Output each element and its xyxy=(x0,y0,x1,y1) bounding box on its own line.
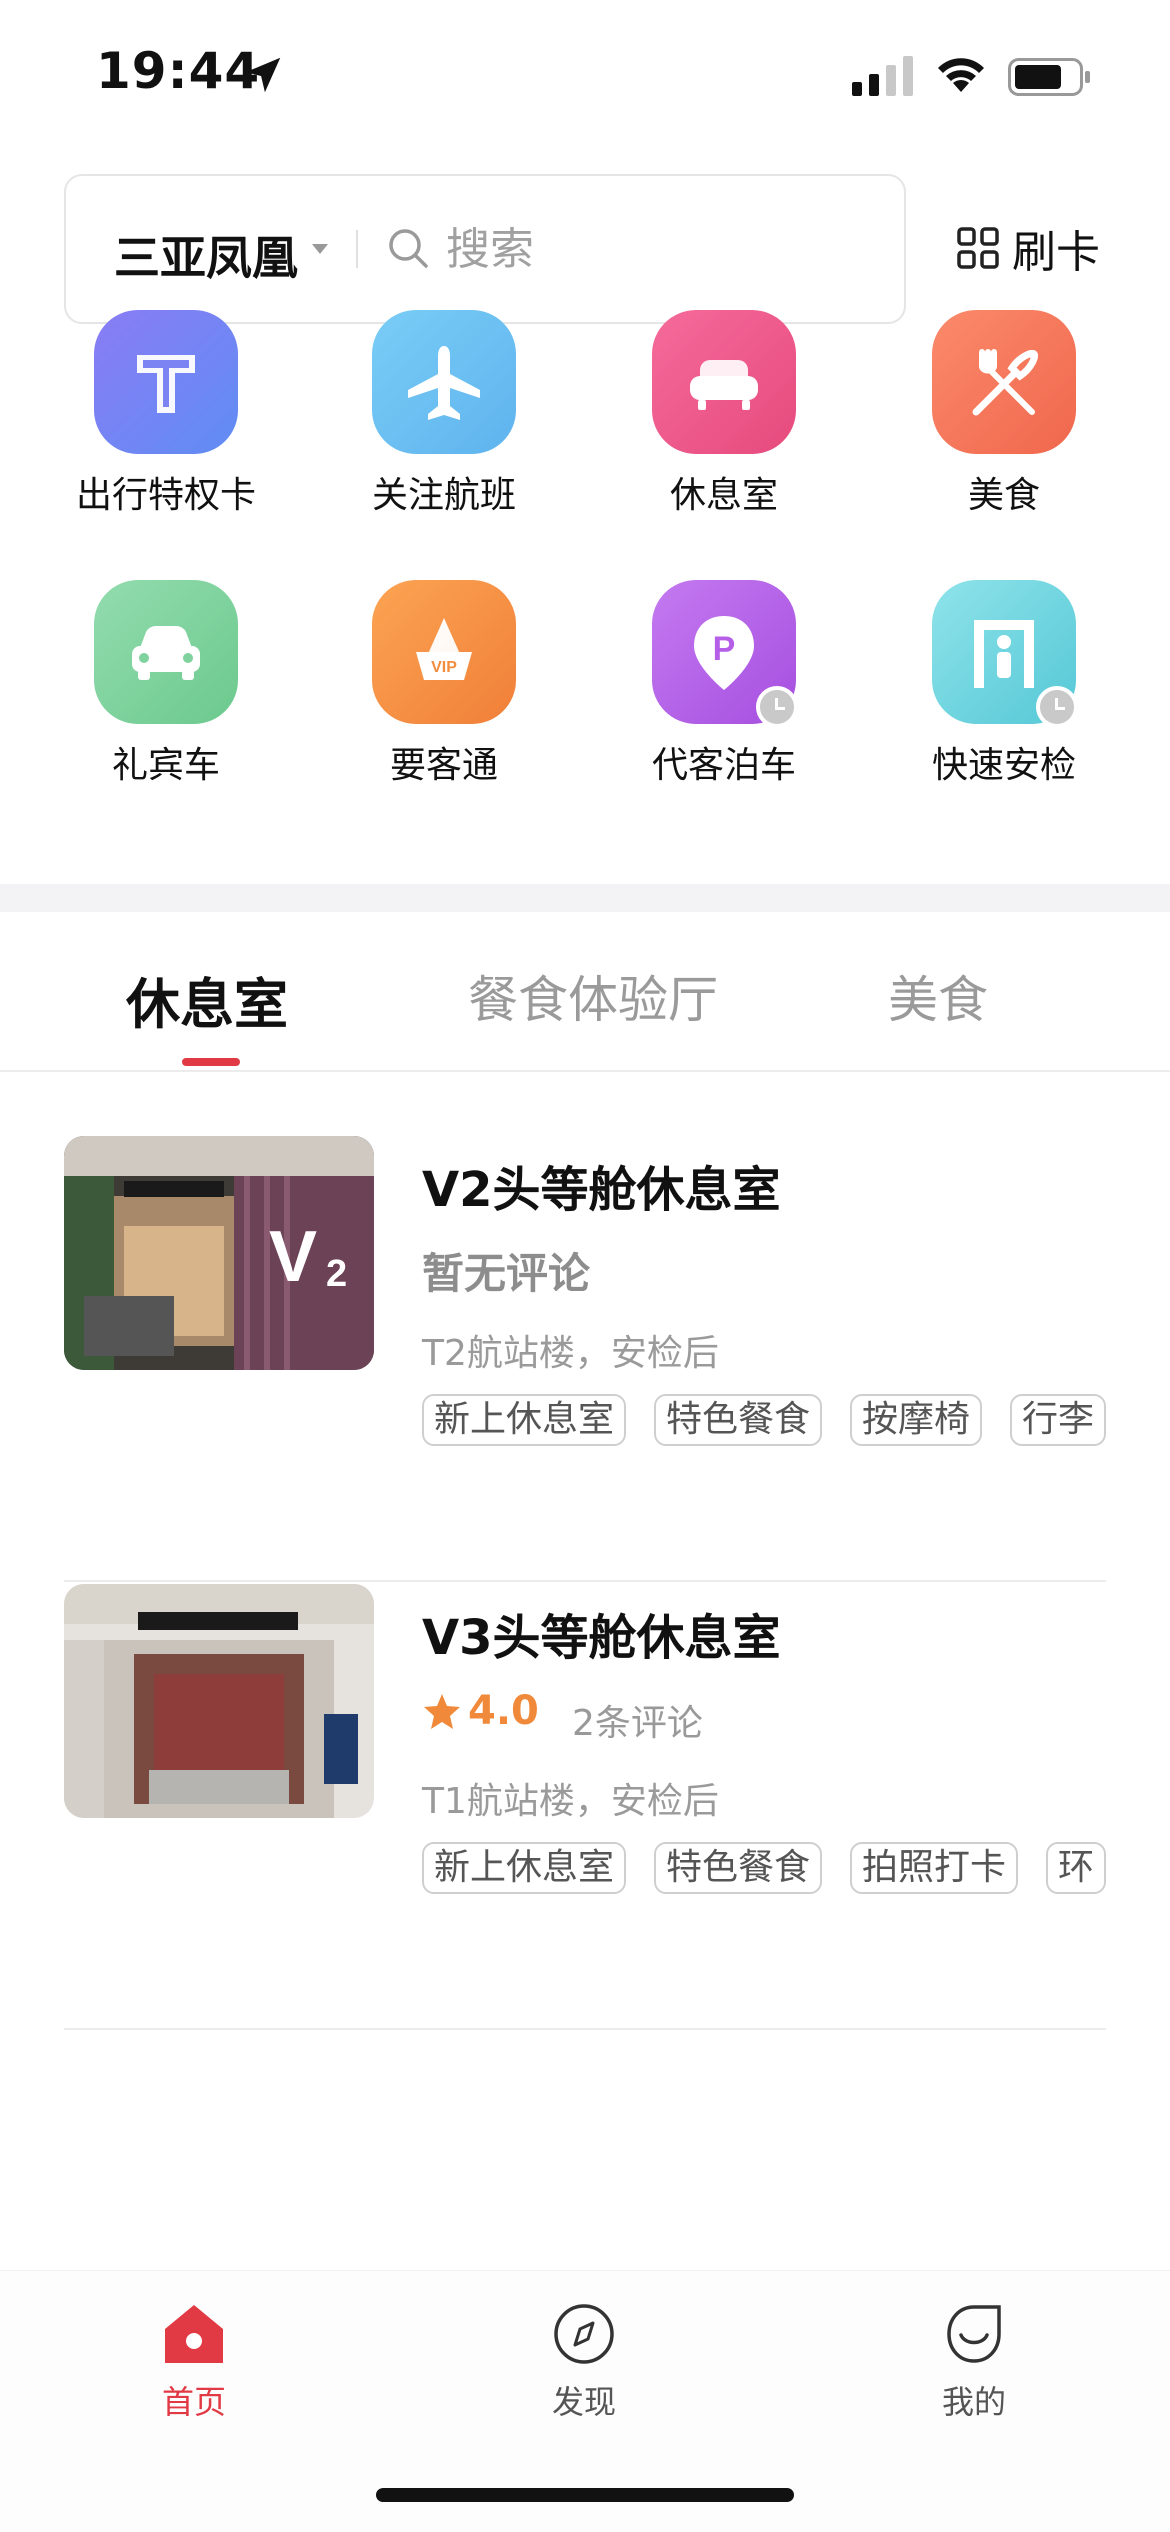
svg-text:P: P xyxy=(713,630,736,668)
search-divider xyxy=(356,230,358,268)
search-input[interactable] xyxy=(446,214,866,284)
tab-dining-hall[interactable]: 餐食体验厅 xyxy=(468,960,718,1032)
lounge-review-status: 暂无评论 xyxy=(422,1249,591,1298)
section-separator xyxy=(0,884,1170,912)
page: 19:44 三亚凤凰 搜索 刷卡 出行特权卡 关注航班 休息室 美食 礼宾车 V… xyxy=(0,0,1170,2532)
compass-icon xyxy=(554,2304,614,2364)
cellular-signal-icon xyxy=(852,56,913,96)
nav-home[interactable]: 首页 xyxy=(94,2301,294,2423)
status-time: 19:44 xyxy=(96,42,261,100)
lounge-tags: 新上休息室 特色餐食 按摩椅 行李 xyxy=(422,1394,1106,1454)
battery-icon xyxy=(1008,58,1090,96)
review-count[interactable]: 2条评论 xyxy=(572,1694,703,1746)
wifi-icon xyxy=(938,58,984,92)
search-icon xyxy=(389,229,428,268)
tab-lounge[interactable]: 休息室 xyxy=(126,960,288,1039)
tab-active-indicator xyxy=(182,1058,240,1066)
caret-down-icon[interactable] xyxy=(312,244,328,254)
sofa-icon xyxy=(652,310,796,454)
grid-label: 关注航班 xyxy=(371,475,516,516)
grid-item-limousine[interactable]: 礼宾车 xyxy=(56,580,276,786)
lounge-card-v2[interactable]: V 2 V2头等舱休息室 暂无评论 T2航站楼，安检后 新上休息室 特色餐食 按摩椅… xyxy=(64,1136,1106,1582)
airplane-icon xyxy=(372,310,516,454)
grid-label: 美食 xyxy=(967,475,1040,516)
vip-crown-icon: VIP xyxy=(372,580,516,724)
tag: 按摩椅 xyxy=(850,1394,983,1446)
home-indicator xyxy=(376,2488,794,2502)
svg-text:VIP: VIP xyxy=(431,659,457,676)
city-selector[interactable]: 三亚凤凰 xyxy=(114,222,298,288)
grid-item-lounge[interactable]: 休息室 xyxy=(614,310,834,516)
tag: 行李 xyxy=(1010,1394,1106,1446)
security-gate-icon xyxy=(932,580,1078,728)
grid-label: 要客通 xyxy=(389,745,498,786)
card-grid-icon xyxy=(957,227,999,269)
lounge-location: T2航站楼，安检后 xyxy=(422,1333,719,1374)
location-arrow-icon xyxy=(245,57,281,93)
tag: 拍照打卡 xyxy=(850,1842,1019,1894)
star-icon xyxy=(424,1694,460,1729)
fork-knife-icon xyxy=(932,310,1076,454)
status-bar: 19:44 xyxy=(0,0,1170,150)
grid-item-follow-flight[interactable]: 关注航班 xyxy=(334,310,554,516)
grid-item-food[interactable]: 美食 xyxy=(894,310,1114,516)
card-swipe-button[interactable]: 刷卡 xyxy=(956,218,1100,278)
grid-label: 礼宾车 xyxy=(111,745,220,786)
car-icon xyxy=(94,580,238,724)
parking-icon: P xyxy=(652,580,798,728)
svg-text:V: V xyxy=(269,1217,317,1297)
grid-label: 快速安检 xyxy=(931,745,1076,786)
lounge-card-v3[interactable]: V3头等舱休息室 4.0 2条评论 T1航站楼，安检后 新上休息室 特色餐食 拍照打… xyxy=(64,1584,1106,2030)
grid-item-fast-security[interactable]: 快速安检 xyxy=(894,580,1114,786)
lounge-rating: 4.0 xyxy=(422,1688,539,1734)
rating-value: 4.0 xyxy=(468,1688,539,1734)
tag: 特色餐食 xyxy=(654,1394,823,1446)
lounge-location: T1航站楼，安检后 xyxy=(422,1781,719,1822)
tab-food[interactable]: 美食 xyxy=(888,960,988,1032)
lounge-name: V3头等舱休息室 xyxy=(422,1610,781,1666)
nav-label: 首页 xyxy=(161,2383,226,2421)
grid-label: 休息室 xyxy=(669,475,778,516)
grid-item-travel-card[interactable]: 出行特权卡 xyxy=(56,310,276,516)
clock-icon xyxy=(1036,686,1078,728)
grid-label: 代客泊车 xyxy=(651,745,796,786)
search-bar: 三亚凤凰 xyxy=(64,174,906,324)
lounge-tags: 新上休息室 特色餐食 拍照打卡环 xyxy=(422,1842,1106,1902)
nav-discover[interactable]: 发现 xyxy=(484,2301,684,2423)
grid-item-vip[interactable]: VIP 要客通 xyxy=(334,580,554,786)
nav-label: 发现 xyxy=(551,2383,616,2421)
category-tabs: 休息室 餐食体验厅 美食 xyxy=(0,912,1170,1072)
lounge-name: V2头等舱休息室 xyxy=(422,1162,781,1218)
profile-smile-icon xyxy=(947,2305,1001,2363)
nav-label: 我的 xyxy=(941,2383,1006,2421)
lounge-photo: V 2 xyxy=(64,1136,374,1370)
nav-mine[interactable]: 我的 xyxy=(874,2301,1074,2423)
tag: 新上休息室 xyxy=(422,1842,627,1894)
grid-label: 出行特权卡 xyxy=(75,475,256,516)
tag: 特色餐食 xyxy=(654,1842,823,1894)
tag: 环 xyxy=(1046,1842,1106,1894)
t-card-icon xyxy=(94,310,238,454)
grid-item-valet-parking[interactable]: P 代客泊车 xyxy=(614,580,834,786)
clock-icon xyxy=(756,686,798,728)
tag: 新上休息室 xyxy=(422,1394,627,1446)
home-icon xyxy=(165,2305,223,2363)
card-swipe-label: 刷卡 xyxy=(1012,227,1100,278)
lounge-photo xyxy=(64,1584,374,1818)
svg-text:2: 2 xyxy=(326,1253,347,1295)
